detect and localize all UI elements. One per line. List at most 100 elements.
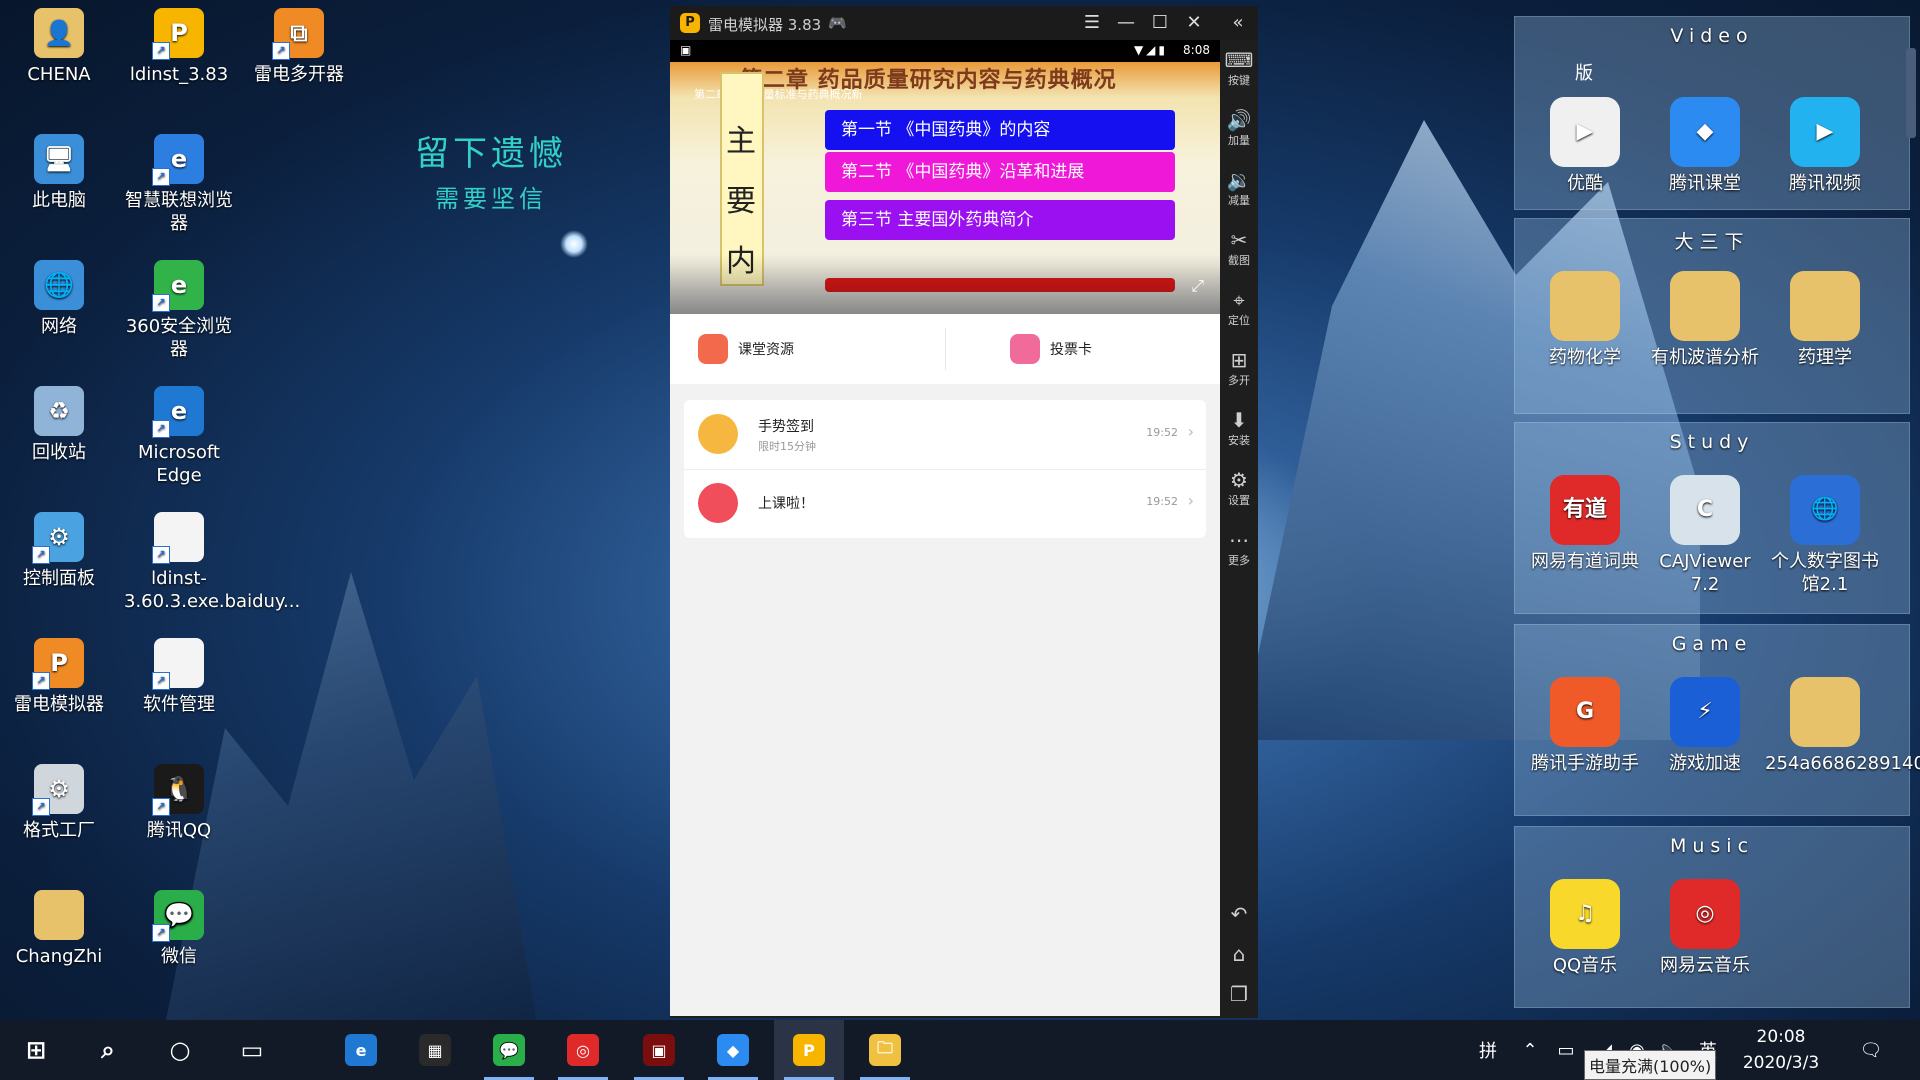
toolbar-location[interactable]: ⌖ 定位 <box>1220 288 1258 328</box>
ime-indicator[interactable]: 拼 <box>1470 1020 1506 1080</box>
close-button[interactable]: ✕ <box>1180 10 1208 36</box>
fence-3: Study 有道 网易有道词典 C CAJViewer 7.2 🌐 个人数字图书馆2.1 <box>1514 422 1910 614</box>
wechat-taskbar[interactable]: 💬 <box>474 1020 544 1080</box>
fence-app-icon[interactable]: 药理学 <box>1765 271 1885 370</box>
toolbar-volume-down[interactable]: 🔉 减量 <box>1220 168 1258 208</box>
minimize-button[interactable]: — <box>1112 10 1140 36</box>
desktop-icon[interactable]: ChangZhi <box>4 890 114 969</box>
battery-icon[interactable]: ▭ <box>1548 1020 1584 1080</box>
file-explorer-icon: 🗀 <box>869 1034 901 1066</box>
wechat-icon: 💬 <box>493 1034 525 1066</box>
task-view-button[interactable]: ▭ <box>222 1020 282 1080</box>
desktop-icon[interactable]: e ↗ 360安全浏览器 <box>124 260 234 361</box>
fence-app-icon[interactable]: C CAJViewer 7.2 <box>1645 475 1765 596</box>
fence-app-icon[interactable]: 药物化学 <box>1525 271 1645 370</box>
fence-app-icon[interactable]: G 腾讯手游助手 <box>1525 677 1645 776</box>
chevron-right-icon: › <box>1187 422 1194 441</box>
nav-back-button[interactable]: ↶ <box>1220 902 1258 926</box>
toolbar-more[interactable]: ⋯ 更多 <box>1220 528 1258 568</box>
desktop-icon[interactable]: 👤 CHENA <box>4 8 114 87</box>
fence-app-icon[interactable]: 有机波谱分析 <box>1645 271 1765 370</box>
fence-app-icon[interactable]: ▶ 腾讯视频 <box>1765 97 1885 196</box>
fence-app-label: 个人数字图书馆2.1 <box>1771 551 1879 595</box>
toolbar-gear[interactable]: ⚙ 设置 <box>1220 468 1258 508</box>
app-icon: 🐧 ↗ <box>152 764 204 816</box>
fence-2: 大三下 药物化学 有机波谱分析 药理学 <box>1514 218 1910 414</box>
fence-app-icon[interactable]: 🌐 个人数字图书馆2.1 <box>1765 475 1885 596</box>
clock-date: 2020/3/3 <box>1742 1053 1820 1073</box>
ldplayer-taskbar[interactable]: P <box>774 1020 844 1080</box>
desktop-icon[interactable]: 🖥 此电脑 <box>4 134 114 213</box>
store-taskbar[interactable]: ▦ <box>400 1020 470 1080</box>
desktop-icon[interactable]: ⚙ ↗ 格式工厂 <box>4 764 114 843</box>
netease-music-taskbar[interactable]: ◎ <box>548 1020 618 1080</box>
video-section-item: 第二节 《中国药典》沿革和进展 <box>825 152 1175 192</box>
gamepad-icon[interactable]: 🎮 <box>828 14 847 32</box>
desktop-icon[interactable]: ♻ 回收站 <box>4 386 114 465</box>
desktop-icon[interactable]: ⧉ ↗ 雷电多开器 <box>244 8 354 87</box>
menu-icon[interactable]: ☰ <box>1078 10 1106 36</box>
tencent-class-taskbar[interactable]: ◆ <box>698 1020 768 1080</box>
app-icon: ♫ <box>1550 879 1620 949</box>
fence-app-icon[interactable]: ▶ 优酷 <box>1525 97 1645 196</box>
desktop-icon[interactable]: e ↗ Microsoft Edge <box>124 386 234 487</box>
desktop-icon-label: 雷电模拟器 <box>14 694 104 715</box>
fence-scrollbar[interactable] <box>1906 48 1916 138</box>
activity-item-class-start[interactable]: 上课啦！ 19:52 › <box>684 469 1206 538</box>
video-section-item: 第一节 《中国药典》的内容 <box>825 110 1175 150</box>
desktop-icon[interactable]: ↗ 软件管理 <box>124 638 234 717</box>
edge-taskbar[interactable]: e <box>326 1020 396 1080</box>
fence-app-icon[interactable]: 有道 网易有道词典 <box>1525 475 1645 574</box>
fullscreen-icon[interactable]: ⤢ <box>1191 276 1204 296</box>
lecture-video[interactable]: 第二章 药品质量研究内容与药典概况 第二章 药品质量标准与药典概况新 主要内 第… <box>670 62 1220 314</box>
desktop-icon[interactable]: 🐧 ↗ 腾讯QQ <box>124 764 234 843</box>
fence-app-icon[interactable]: 254a6686289140a2aca... <box>1765 677 1920 776</box>
tab-vote-card[interactable]: 投票卡 <box>1010 334 1092 364</box>
fence-4: Game G 腾讯手游助手 ⚡ 游戏加速 254a6686289140a2aca... <box>1514 624 1920 816</box>
clock-time: 20:08 <box>1756 1027 1806 1047</box>
desktop-icon-label: 智慧联想浏览器 <box>125 190 233 234</box>
app-icon <box>34 890 84 940</box>
cortana-button[interactable]: ○ <box>150 1020 210 1080</box>
tab-class-resources[interactable]: 课堂资源 <box>698 334 794 364</box>
desktop-icon[interactable]: 🌐 网络 <box>4 260 114 339</box>
maximize-button[interactable]: ☐ <box>1146 10 1174 36</box>
taskbar-clock[interactable]: 20:08 2020/3/3 <box>1736 1024 1826 1076</box>
fence-app-icon[interactable]: ⚡ 游戏加速 <box>1645 677 1765 776</box>
activity-item-sign-in[interactable]: 手势签到 限时15分钟 19:52 › <box>684 400 1206 470</box>
fence-app-icon[interactable]: ◎ 网易云音乐 <box>1645 879 1765 978</box>
emulator-titlebar[interactable]: P 雷电模拟器 3.83 🎮 ☰ — ☐ ✕ « <box>670 6 1258 40</box>
fence-app-icon[interactable]: ♫ QQ音乐 <box>1525 879 1645 978</box>
video-shade <box>670 254 1220 314</box>
shortcut-arrow-icon: ↗ <box>32 546 50 564</box>
desktop-icon[interactable]: 💬 ↗ 微信 <box>124 890 234 969</box>
shortcut-arrow-icon: ↗ <box>152 294 170 312</box>
scissors-icon: ✂ <box>1230 228 1248 252</box>
chevron-up-icon[interactable]: ⌃ <box>1512 1020 1548 1080</box>
tab-class-resources-label: 课堂资源 <box>738 342 794 358</box>
nav-recents-button[interactable]: ❐ <box>1220 982 1258 1006</box>
fence-app-label: 腾讯课堂 <box>1669 173 1741 194</box>
desktop-icon-label: Microsoft Edge <box>138 442 220 486</box>
fence-app-icon[interactable]: ◆ 腾讯课堂 <box>1645 97 1765 196</box>
collapse-sidebar-icon[interactable]: « <box>1224 10 1252 36</box>
desktop-icon[interactable]: ⚙ ↗ 控制面板 <box>4 512 114 591</box>
desktop-icon[interactable]: ↗ ldinst-3.60.3.exe.baiduy... <box>124 512 300 613</box>
volume-up-icon: 🔊 <box>1226 108 1252 132</box>
start-button[interactable]: ⊞ <box>6 1020 66 1080</box>
desktop-icon[interactable]: e ↗ 智慧联想浏览器 <box>124 134 234 235</box>
app-icon <box>1790 677 1860 747</box>
toolbar-keyboard[interactable]: ⌨ 按键 <box>1220 48 1258 88</box>
toolbar-volume-up[interactable]: 🔊 加量 <box>1220 108 1258 148</box>
search-button[interactable]: ⌕ <box>78 1020 138 1080</box>
desktop-icon[interactable]: P ↗ 雷电模拟器 <box>4 638 114 717</box>
notification-center-icon[interactable]: 🗨 <box>1846 1020 1896 1080</box>
toolbar-scissors[interactable]: ✂ 截图 <box>1220 228 1258 268</box>
desktop-icon[interactable]: P ↗ ldinst_3.83 <box>124 8 234 87</box>
game-taskbar[interactable]: ▣ <box>624 1020 694 1080</box>
file-explorer-taskbar[interactable]: 🗀 <box>850 1020 920 1080</box>
toolbar-apk-install[interactable]: ⬇ 安装 <box>1220 408 1258 448</box>
nav-home-button[interactable]: ⌂ <box>1220 942 1258 966</box>
status-time: 8:08 <box>1183 43 1210 57</box>
toolbar-multi-open[interactable]: ⊞ 多开 <box>1220 348 1258 388</box>
